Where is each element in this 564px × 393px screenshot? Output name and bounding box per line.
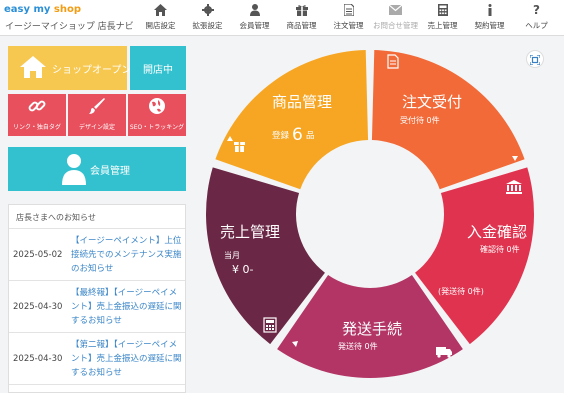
segment-product-management-shape bbox=[215, 50, 369, 190]
news-title: 店長さまへのお知らせ bbox=[9, 205, 185, 229]
fullscreen-button[interactable] bbox=[526, 50, 544, 68]
document-icon bbox=[325, 3, 372, 17]
shop-open-label: ショップオープン bbox=[52, 65, 132, 76]
segment-sub: 受付待 0件 bbox=[400, 115, 440, 125]
news-item: 2025-04-30 【第二報】【イージーペイメント】売上金振込の遅延に関するお… bbox=[9, 333, 185, 385]
segment-title: 発送手続 bbox=[342, 320, 402, 338]
shop-status-button[interactable]: 開店中 bbox=[130, 46, 186, 90]
question-icon: ? bbox=[533, 3, 540, 17]
person-icon bbox=[231, 3, 278, 17]
news-date: 2025-05-02 bbox=[13, 250, 63, 260]
segment-title: 売上管理 bbox=[220, 223, 280, 241]
home-icon bbox=[20, 56, 46, 82]
link-icon bbox=[8, 97, 66, 115]
segment-sub-suffix: 品 bbox=[306, 131, 315, 141]
tile-label: リンク・独自タグ bbox=[13, 124, 61, 131]
nav-shop-settings[interactable]: 開店設定 bbox=[137, 0, 184, 36]
member-management-button[interactable]: 会員管理 bbox=[8, 147, 186, 191]
news-date: 2025-04-30 bbox=[13, 302, 63, 312]
segment-sub2: (発送待 0件) bbox=[438, 286, 484, 296]
nav-order-management[interactable]: 注文管理 bbox=[325, 0, 372, 36]
logo[interactable]: easy my shop イージーマイショップ 店長ナビ bbox=[4, 2, 134, 34]
logo-text: easy my bbox=[4, 4, 54, 15]
home-icon bbox=[137, 3, 184, 17]
person-icon bbox=[62, 153, 86, 189]
segment-order-receiving-shape bbox=[371, 50, 525, 190]
logo-subtitle: イージーマイショップ 店長ナビ bbox=[5, 22, 134, 32]
segment-title: 注文受付 bbox=[402, 93, 462, 111]
expand-icon bbox=[529, 50, 541, 69]
news-item: 2025-05-02 【イージーペイメント】上位接続先でのメンテナンス実施のお知… bbox=[9, 229, 185, 281]
nav-help[interactable]: ? ヘルプ bbox=[513, 0, 560, 36]
nav-member-management[interactable]: 会員管理 bbox=[231, 0, 278, 36]
segment-sub2: ¥ 0- bbox=[232, 263, 253, 276]
news-link[interactable]: 【第二報】【イージーペイメント】売上金振込の遅延に関するお知らせ bbox=[71, 338, 185, 380]
segment-count: 6 bbox=[292, 125, 303, 145]
segment-sub: 確認待 0件 bbox=[480, 244, 520, 254]
gift-icon bbox=[278, 3, 325, 17]
news-link[interactable]: 【最終報】【イージーペイメント】売上金振込の遅延に関するお知らせ bbox=[71, 286, 185, 328]
shop-status-label: 開店中 bbox=[143, 65, 173, 76]
globe-icon bbox=[128, 97, 186, 115]
segment-title: 商品管理 bbox=[272, 93, 332, 111]
tile-label: SEO・トラッキング bbox=[129, 124, 185, 131]
news-panel: 店長さまへのお知らせ 2025-05-02 【イージーペイメント】上位接続先での… bbox=[8, 204, 186, 393]
news-item: 2025-04-30 【最終報】【イージーペイメント】売上金振込の遅延に関するお… bbox=[9, 281, 185, 333]
segment-sub: 当月 bbox=[224, 250, 240, 260]
nav-label: ヘルプ bbox=[525, 21, 548, 30]
nav-product-management[interactable]: 商品管理 bbox=[278, 0, 325, 36]
segment-title: 入金確認 bbox=[467, 223, 527, 241]
brush-icon bbox=[68, 97, 126, 115]
mail-icon bbox=[372, 3, 419, 17]
calculator-icon bbox=[419, 3, 466, 17]
member-management-label: 会員管理 bbox=[90, 166, 130, 177]
nav-contract-management[interactable]: 契約管理 bbox=[466, 0, 513, 36]
segment-order-receiving[interactable]: 注文受付 受付待 0件 bbox=[371, 50, 525, 190]
shop-open-button[interactable]: ショップオープン bbox=[8, 46, 131, 90]
nav-inquiry-management[interactable]: お問合せ管理 bbox=[372, 0, 419, 36]
gift-icon bbox=[234, 142, 245, 152]
news-date: 2025-04-30 bbox=[13, 354, 63, 364]
app-header: easy my shop イージーマイショップ 店長ナビ 開店設定 拡張設定 会… bbox=[0, 0, 564, 36]
logo-text-shop: shop bbox=[53, 4, 82, 15]
tile-label: デザイン設定 bbox=[78, 124, 115, 131]
info-icon bbox=[466, 3, 513, 17]
nav-extension-settings[interactable]: 拡張設定 bbox=[184, 0, 231, 36]
seo-tracking-button[interactable]: SEO・トラッキング bbox=[128, 94, 186, 136]
link-tag-button[interactable]: リンク・独自タグ bbox=[8, 94, 66, 136]
top-nav: 開店設定 拡張設定 会員管理 商品管理 注文管理 お問合せ管理 売上管理 契約管… bbox=[137, 0, 560, 36]
segment-product-management[interactable]: 商品管理 登録 6 品 bbox=[215, 50, 369, 190]
segment-sub: 発送待 0件 bbox=[338, 341, 378, 351]
nav-sales-management[interactable]: 売上管理 bbox=[419, 0, 466, 36]
segment-sub-prefix: 登録 bbox=[272, 130, 290, 141]
news-link[interactable]: 【イージーペイメント】上位接続先でのメンテナンス実施のお知らせ bbox=[71, 234, 185, 276]
logo-mark: easy my shop bbox=[4, 4, 81, 15]
design-settings-button[interactable]: デザイン設定 bbox=[68, 94, 126, 136]
gear-icon bbox=[184, 3, 231, 17]
